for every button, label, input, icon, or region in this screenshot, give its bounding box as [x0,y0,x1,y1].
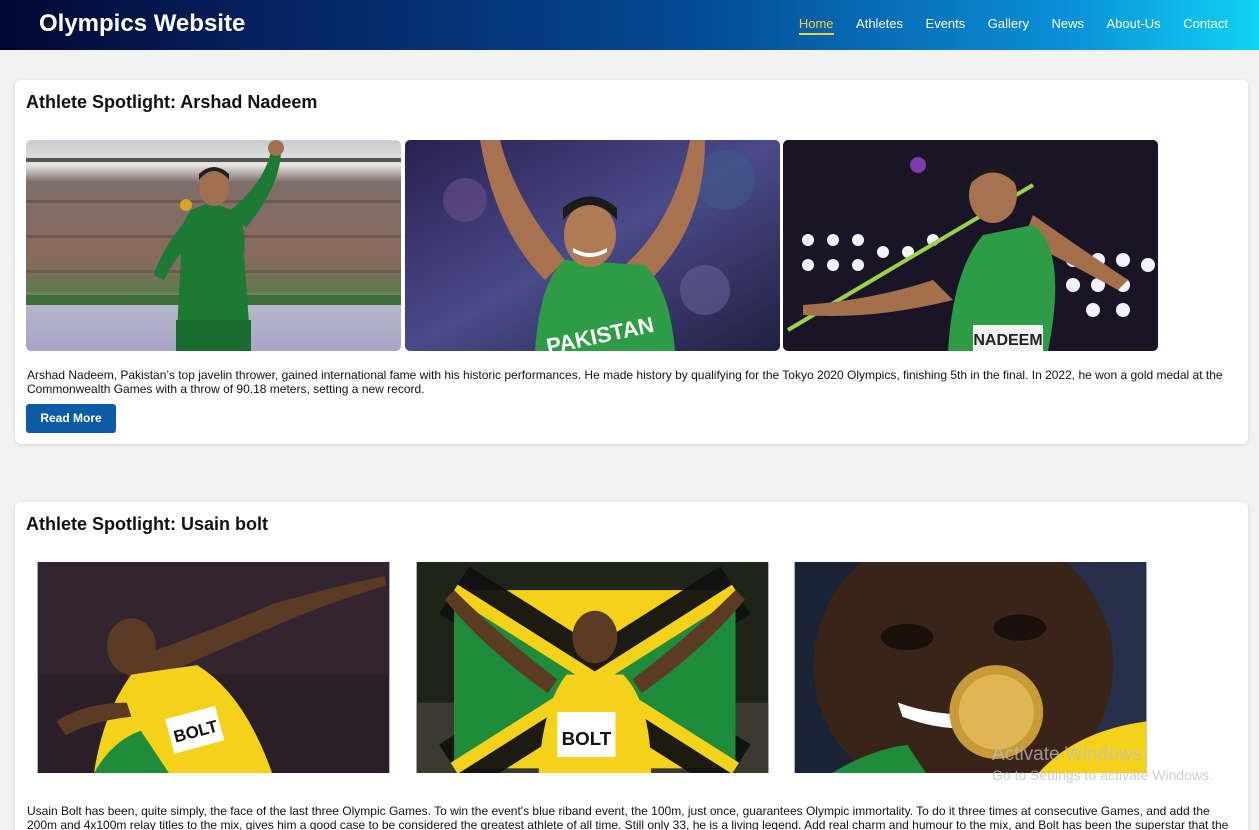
athlete-spotlight-card: Athlete Spotlight: Usain bolt BOLT BOLT … [15,502,1248,830]
spotlight-title: Athlete Spotlight: Usain bolt [26,514,268,534]
main-nav: Home Athletes Events Gallery News About-… [776,16,1228,35]
photo-gallery: PAKISTAN NADEEM [26,140,1162,351]
nav-news[interactable]: News [1051,16,1084,35]
nav-home[interactable]: Home [798,16,834,35]
nav-events[interactable]: Events [926,16,966,35]
spotlight-description: Arshad Nadeem, Pakistan’s top javelin th… [27,368,1223,396]
site-brand[interactable]: Olympics Website [39,10,245,38]
athlete-celebrating-photo[interactable]: PAKISTAN [404,140,780,351]
athlete-with-flag-photo[interactable]: BOLT [405,562,780,773]
athlete-spotlight-card: Athlete Spotlight: Arshad Nadeem PAKISTA… [15,80,1248,444]
nav-athletes[interactable]: Athletes [856,16,903,35]
nav-about-us[interactable]: About-Us [1106,16,1160,35]
read-more-button[interactable]: Read More [26,404,116,433]
nav-gallery[interactable]: Gallery [988,16,1029,35]
nav-contact[interactable]: Contact [1183,16,1228,35]
photo-gallery: BOLT BOLT [26,562,1162,773]
spotlight-title: Athlete Spotlight: Arshad Nadeem [26,92,318,112]
photo-jersey-text: NADEEM [973,332,1042,349]
athlete-javelin-throw-photo[interactable]: NADEEM [783,140,1158,351]
spotlight-description: Usain Bolt has been, quite simply, the f… [27,804,1229,830]
photo-jersey-text: BOLT [561,728,611,749]
athlete-biting-medal-photo[interactable] [783,562,1158,773]
athlete-lightning-pose-photo[interactable]: BOLT [26,562,401,773]
athlete-medal-stadium-photo[interactable] [26,140,401,351]
top-navbar: Olympics Website Home Athletes Events Ga… [0,0,1259,50]
